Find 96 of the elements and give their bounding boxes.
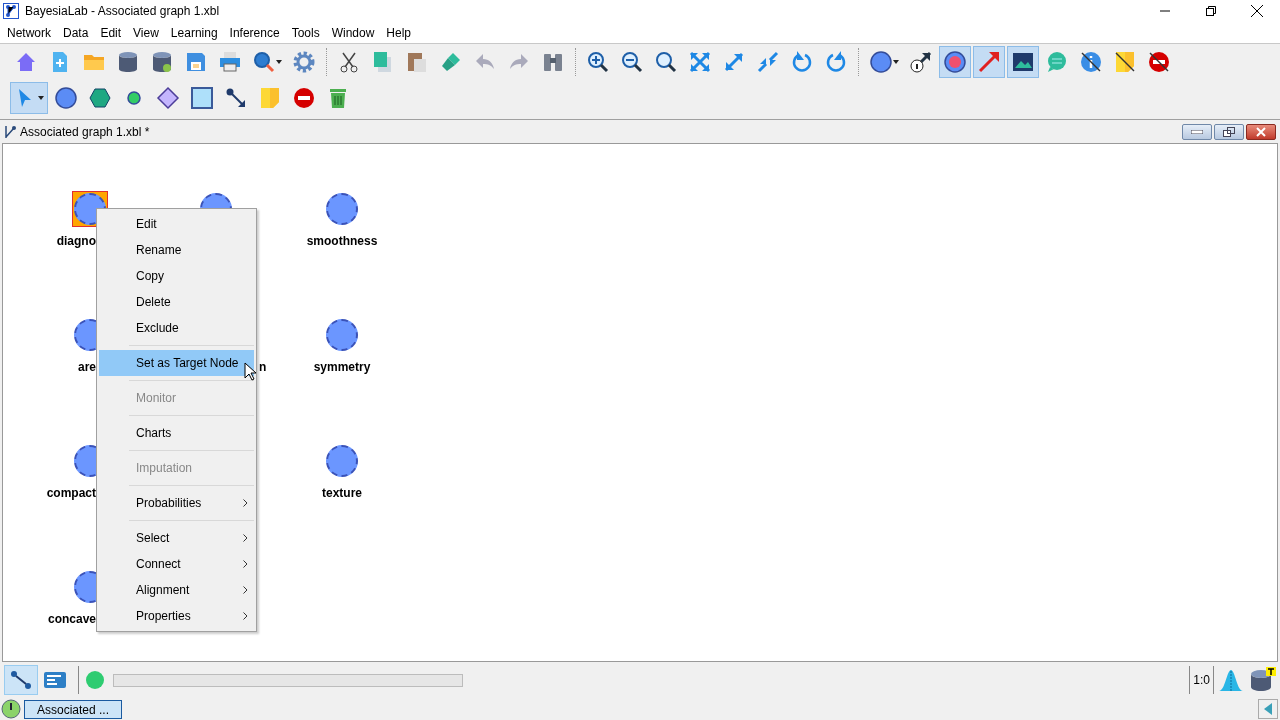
chevron-right-icon [243, 560, 248, 568]
brush-icon [439, 50, 463, 74]
menu-item[interactable]: Network [1, 23, 57, 42]
save-icon [184, 50, 208, 74]
document-title: Associated graph 1.xbl * [20, 123, 150, 141]
triangle-left-icon [1264, 703, 1272, 715]
stop-off-icon [1147, 50, 1171, 74]
context-menu-item[interactable]: Select [99, 525, 254, 551]
forbidden-icon [292, 86, 316, 110]
image-icon [1011, 50, 1035, 74]
node-label: symmetry [312, 359, 372, 376]
clock-icon [1, 699, 21, 719]
rotate-right-icon [824, 50, 848, 74]
link-icon [224, 86, 248, 110]
close-button[interactable] [1246, 123, 1276, 140]
context-menu-item[interactable]: Connect [99, 551, 254, 577]
menu-item[interactable]: Tools [285, 23, 326, 42]
restore-icon [1223, 126, 1235, 137]
menu-item[interactable]: View [127, 23, 165, 42]
image-tool-button[interactable] [1007, 46, 1039, 78]
cut-icon [337, 50, 361, 74]
database-icon [1250, 667, 1276, 693]
minimize-icon [1191, 129, 1203, 134]
status-indicator-icon [85, 670, 105, 690]
note-off-icon [1113, 50, 1137, 74]
expand-icon [722, 50, 746, 74]
target-tool-button[interactable] [939, 46, 971, 78]
square-icon [190, 86, 214, 110]
menu-item[interactable]: Window [325, 23, 381, 42]
arrow-tool-button[interactable] [973, 46, 1005, 78]
close-icon [1256, 126, 1266, 137]
print-icon [218, 50, 242, 74]
context-menu-item[interactable]: Properties [99, 603, 254, 629]
scroll-left-button[interactable] [1258, 699, 1278, 719]
bell-curve-icon [1218, 668, 1244, 692]
comment-icon [1045, 50, 1069, 74]
ratio-label: 1:0 [1192, 672, 1211, 689]
context-menu-item[interactable]: Rename [99, 237, 254, 263]
graph-icon [9, 668, 33, 692]
node-label: are [77, 359, 96, 376]
caret-icon [893, 60, 899, 64]
context-menu-item[interactable]: Edit [99, 211, 254, 237]
menu-item[interactable]: Inference [223, 23, 286, 42]
caret-icon [276, 60, 282, 64]
node-label: concave [47, 611, 96, 628]
mouse-pointer-icon [244, 362, 256, 381]
context-menu-item[interactable]: Probabilities [99, 490, 254, 516]
menu-item[interactable]: Edit [94, 23, 128, 42]
info-off-icon [1079, 50, 1103, 74]
window-tab[interactable]: Associated ... [24, 699, 122, 719]
close-icon [1251, 5, 1263, 17]
node-label: texture [321, 485, 363, 502]
menu-item[interactable]: Data [57, 23, 95, 42]
database-link-icon [150, 50, 174, 74]
note-icon [258, 86, 282, 110]
context-menu-item[interactable]: Set as Target Node [99, 350, 254, 376]
zoom-in-icon [586, 50, 610, 74]
settings-icon [292, 50, 316, 74]
minimize-button[interactable] [1182, 123, 1212, 140]
expand-all-icon [688, 50, 712, 74]
hexagon-icon [88, 86, 112, 110]
node-label: diagno [56, 233, 96, 250]
zoom-fit-icon [654, 50, 678, 74]
circle-icon [54, 86, 78, 110]
menu-item[interactable]: Learning [164, 23, 224, 42]
window-title: BayesiaLab - Associated graph 1.xbl [25, 3, 220, 20]
context-menu-item[interactable]: Copy [99, 263, 254, 289]
diamond-icon [156, 86, 180, 110]
graph-icon [4, 124, 16, 139]
restore-icon [1206, 6, 1216, 16]
restore-button[interactable] [1214, 123, 1244, 140]
zoom-out-icon [620, 50, 644, 74]
node-style-icon [869, 50, 893, 74]
context-menu-item[interactable]: Delete [99, 289, 254, 315]
inspect-icon [252, 50, 276, 74]
node-label: n [259, 359, 267, 376]
chevron-right-icon [243, 534, 248, 542]
graph-view-button[interactable] [4, 665, 38, 695]
target-icon [943, 50, 967, 74]
node-label: compact [46, 485, 96, 502]
paste-icon [405, 50, 429, 74]
database-icon [116, 50, 140, 74]
chevron-right-icon [243, 499, 248, 507]
node-label: smoothness [305, 233, 379, 250]
app-icon [3, 3, 19, 19]
menu-item[interactable]: Help [380, 23, 417, 42]
context-menu-item[interactable]: Exclude [99, 315, 254, 341]
shrink-icon [756, 50, 780, 74]
context-menu-item[interactable]: Charts [99, 420, 254, 446]
chevron-right-icon [243, 586, 248, 594]
caret-icon [38, 96, 44, 100]
arc-info-icon [909, 50, 933, 74]
context-menu-item[interactable]: Alignment [99, 577, 254, 603]
chevron-right-icon [243, 612, 248, 620]
rotate-left-icon [790, 50, 814, 74]
arrow-icon [977, 50, 1001, 74]
